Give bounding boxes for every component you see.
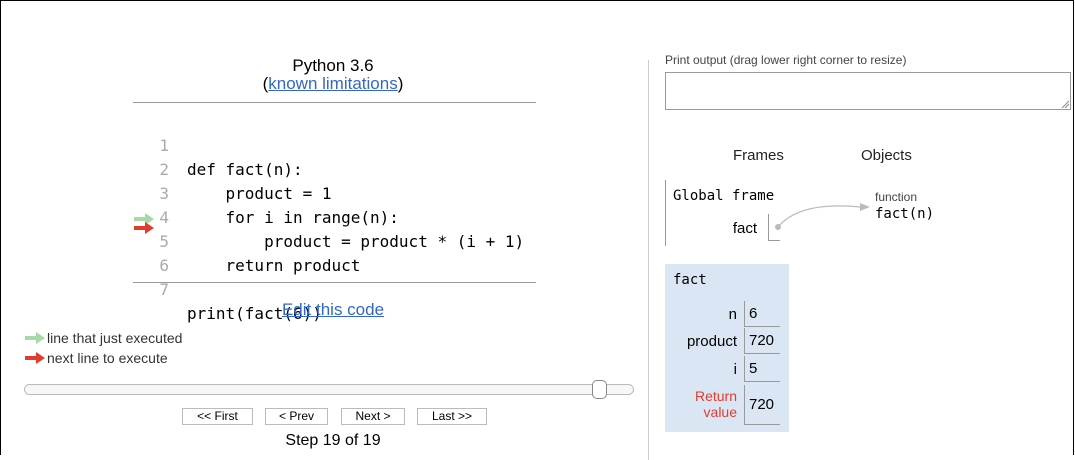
pane-divider	[648, 60, 649, 460]
return-label-line1: Return	[694, 388, 737, 404]
return-value-cell: 720	[744, 385, 780, 425]
line-source: def fact(n):	[187, 160, 303, 179]
next-line-arrow-icon	[134, 222, 154, 234]
print-output-label: Print output (drag lower right corner to…	[665, 53, 907, 67]
fact-var-name-i: i	[733, 361, 737, 378]
objects-header: Objects	[861, 147, 912, 164]
legend-next-line-text: next line to execute	[47, 350, 168, 366]
global-frame-title: Global frame	[673, 188, 775, 204]
object-function-value: fact(n)	[875, 206, 935, 222]
fact-var-value-n: 6	[744, 301, 780, 327]
step-slider-track[interactable]	[24, 384, 634, 395]
fact-frame-title: fact	[673, 272, 707, 288]
global-var-name: fact	[732, 220, 757, 237]
object-type-label: function	[875, 190, 918, 204]
step-counter: Step 19 of 19	[285, 432, 381, 449]
resize-grip-icon[interactable]	[1061, 100, 1069, 108]
pointer-arrow-icon	[775, 203, 870, 230]
step-slider-thumb[interactable]	[592, 380, 607, 399]
line-source: return product	[187, 256, 361, 275]
code-bottom-rule	[133, 282, 536, 283]
limits-close-paren: )	[397, 74, 404, 93]
code-line: 1 def fact(n):	[133, 110, 302, 179]
return-value-label: Return value	[680, 388, 737, 420]
code-top-rule	[133, 102, 536, 103]
fact-var-value-product: 720	[744, 328, 780, 354]
fact-var-name-product: product	[686, 333, 737, 350]
code-line: 2 product = 1	[133, 134, 331, 203]
fact-var-value-i: 5	[744, 356, 780, 382]
first-button[interactable]: << First	[182, 408, 253, 425]
code-line: 7 print(fact(6))	[133, 254, 322, 323]
edit-code-link[interactable]: Edit this code	[233, 300, 433, 320]
line-source: product = product * (i + 1)	[187, 232, 525, 251]
line-source: product = 1	[187, 184, 332, 203]
last-button[interactable]: Last >>	[417, 408, 487, 425]
language-title: Python 3.6	[292, 56, 374, 75]
fact-var-name-n: n	[728, 306, 737, 323]
prev-button[interactable]: < Prev	[265, 408, 328, 425]
frames-header: Frames	[733, 147, 784, 164]
next-line-legend-arrow-icon	[25, 352, 45, 364]
print-output-box[interactable]	[665, 72, 1071, 110]
legend-just-executed-text: line that just executed	[47, 330, 183, 346]
known-limitations-link[interactable]: known limitations	[268, 74, 397, 93]
code-line: 4 product = product * (i + 1)	[133, 182, 524, 251]
just-executed-legend-arrow-icon	[25, 332, 45, 344]
known-limitations: (known limitations)	[233, 74, 433, 94]
code-line: 3 for i in range(n):	[133, 158, 399, 227]
next-button[interactable]: Next >	[341, 408, 405, 425]
return-label-line2: value	[703, 404, 737, 420]
line-source: for i in range(n):	[187, 208, 399, 227]
